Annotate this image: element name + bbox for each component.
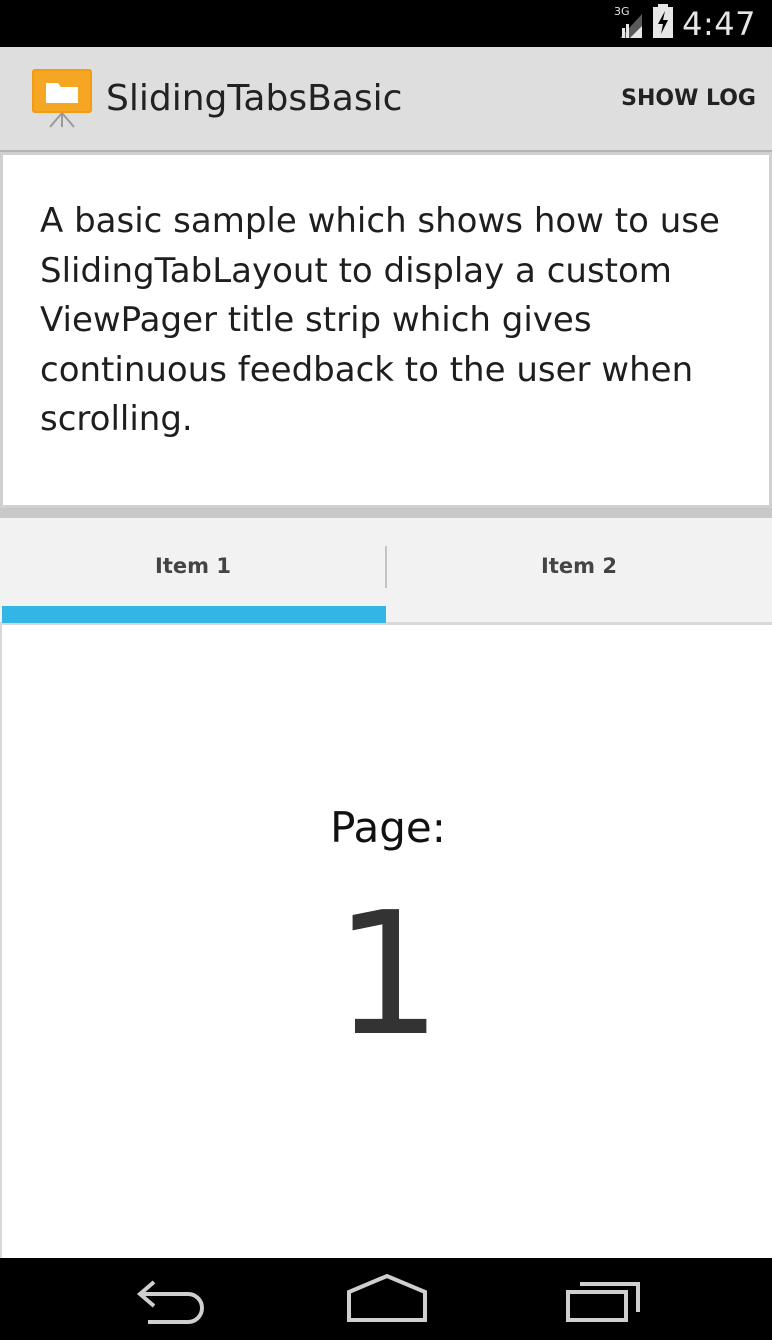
- page-number: 1: [333, 876, 443, 1074]
- view-pager-page[interactable]: Page: 1: [0, 625, 772, 1258]
- tab-label: Item 1: [155, 554, 231, 578]
- navigation-bar: [0, 1258, 772, 1340]
- tab-label: Item 2: [541, 554, 617, 578]
- section-divider: [0, 508, 772, 518]
- status-bar: 3G 4:47: [0, 0, 772, 47]
- battery-charging-icon: [652, 4, 674, 43]
- app-title: SlidingTabsBasic: [106, 78, 403, 119]
- home-icon[interactable]: [345, 1272, 429, 1333]
- show-log-button[interactable]: SHOW LOG: [621, 83, 756, 115]
- intro-card: A basic sample which shows how to use Sl…: [0, 152, 772, 508]
- tab-item-2[interactable]: Item 2: [386, 518, 772, 622]
- action-bar: SlidingTabsBasic SHOW LOG: [0, 47, 772, 152]
- recents-icon[interactable]: [562, 1272, 646, 1333]
- svg-text:3G: 3G: [614, 5, 630, 18]
- selected-tab-indicator: [2, 606, 386, 623]
- status-time: 4:47: [682, 4, 756, 43]
- back-icon[interactable]: [132, 1272, 212, 1333]
- signal-3g-icon: 3G: [614, 4, 644, 43]
- presentation-folder-icon[interactable]: [30, 67, 94, 136]
- status-icons: 3G 4:47: [614, 0, 756, 47]
- page-label: Page:: [330, 803, 446, 852]
- intro-description: A basic sample which shows how to use Sl…: [40, 201, 720, 439]
